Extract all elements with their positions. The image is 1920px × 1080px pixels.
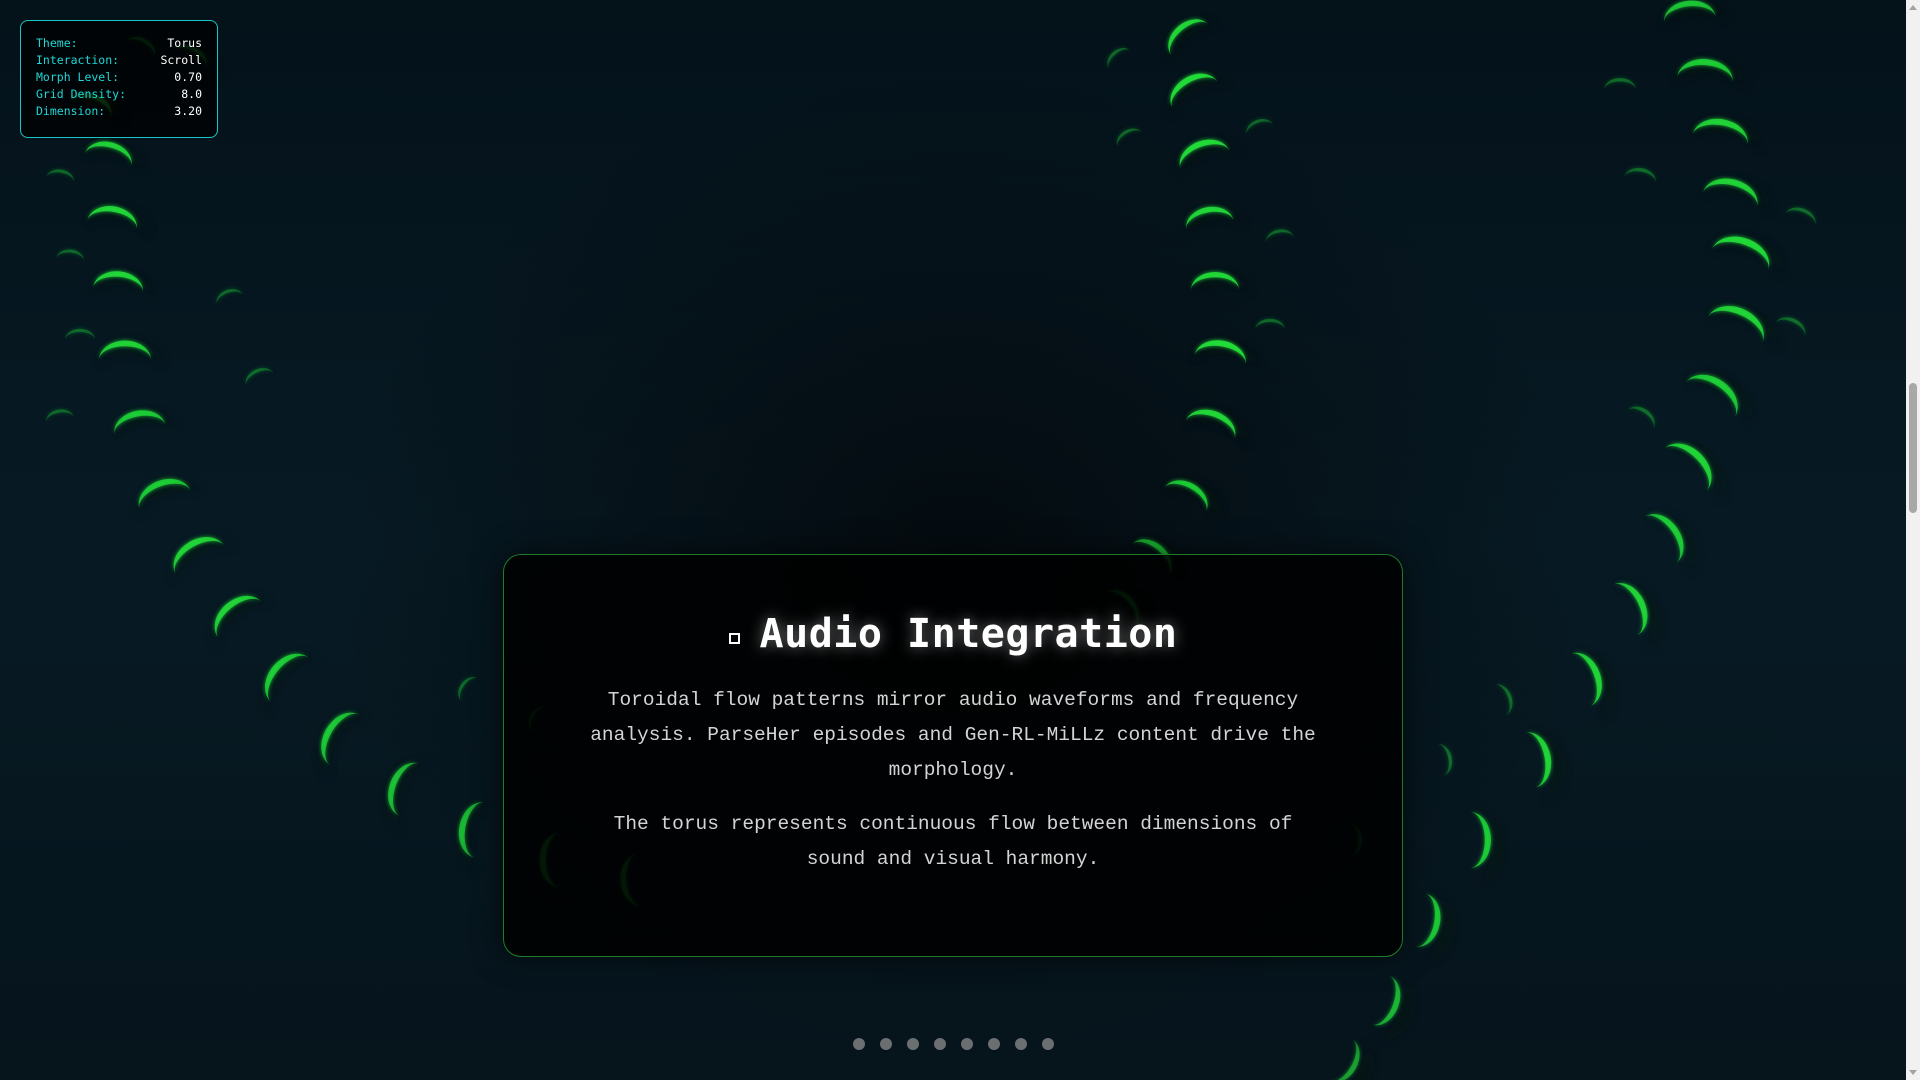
status-label: Dimension: (36, 104, 106, 118)
nav-dot[interactable] (988, 1038, 1000, 1050)
torus-glyph (65, 328, 95, 340)
torus-glyph (1664, 444, 1725, 505)
scrollbar-thumb[interactable] (1909, 383, 1917, 513)
torus-glyph (1710, 238, 1783, 281)
status-value: 0.70 (174, 70, 202, 84)
torus-glyph (1420, 894, 1452, 962)
status-row-morph-level: Morph Level: 0.70 (36, 69, 202, 86)
status-value: 3.20 (174, 104, 202, 118)
status-value: Torus (167, 36, 202, 50)
status-row-grid-density: Grid Density: 8.0 (36, 86, 202, 103)
torus-glyph (172, 539, 237, 586)
card-title: Audio Integration (584, 611, 1322, 657)
visualization-stage[interactable]: Theme: Torus Interaction: Scroll Morph L… (0, 0, 1920, 1080)
status-label: Morph Level: (36, 70, 120, 84)
scroll-up-arrow-icon[interactable] (1909, 5, 1917, 10)
torus-glyph (1255, 318, 1285, 330)
torus-glyph (216, 289, 244, 305)
torus-glyph (1702, 181, 1771, 218)
status-label: Theme: (36, 36, 78, 50)
torus-glyph (458, 677, 479, 702)
square-outline-icon (728, 632, 740, 644)
status-value: Scroll (160, 53, 202, 67)
nav-dot[interactable] (907, 1038, 919, 1050)
nav-dot[interactable] (1015, 1038, 1027, 1050)
torus-glyph (1624, 167, 1656, 183)
content-card: Audio Integration Toroidal flow patterns… (503, 554, 1403, 957)
status-row-dimension: Dimension: 3.20 (36, 103, 202, 120)
section-paragraph: The torus represents continuous flow bet… (613, 813, 1293, 870)
vertical-scrollbar[interactable] (1906, 0, 1920, 1080)
torus-glyph (1604, 78, 1636, 90)
torus-glyph (1707, 308, 1777, 354)
torus-glyph (46, 409, 74, 423)
status-value: 8.0 (181, 87, 202, 101)
torus-glyph (1685, 376, 1751, 430)
torus-glyph (1185, 412, 1248, 450)
status-row-theme: Theme: Torus (36, 35, 202, 52)
torus-glyph (1626, 406, 1655, 430)
torus-glyph (56, 249, 84, 262)
nav-dot[interactable] (1042, 1038, 1054, 1050)
status-label: Grid Density: (36, 87, 127, 101)
status-panel: Theme: Torus Interaction: Scroll Morph L… (20, 20, 218, 138)
torus-glyph (1116, 128, 1143, 147)
torus-glyph (245, 368, 274, 387)
torus-glyph (1525, 732, 1552, 788)
torus-glyph (321, 713, 370, 780)
torus-glyph (1784, 207, 1816, 226)
scroll-down-arrow-icon[interactable] (1909, 1070, 1917, 1075)
torus-glyph (1170, 76, 1230, 120)
torus-glyph (1107, 47, 1131, 69)
torus-glyph (1266, 229, 1294, 243)
torus-glyph (1775, 317, 1806, 337)
torus-glyph (1437, 744, 1453, 776)
torus-glyph (1246, 119, 1274, 135)
torus-glyph (1168, 22, 1219, 68)
torus-glyph (1494, 684, 1513, 716)
nav-dot[interactable] (961, 1038, 973, 1050)
torus-glyph (214, 597, 273, 651)
section-paragraph: Toroidal flow patterns mirror audio wave… (590, 689, 1316, 781)
torus-glyph (264, 655, 320, 716)
nav-dot[interactable] (934, 1038, 946, 1050)
nav-dot[interactable] (880, 1038, 892, 1050)
torus-glyph (1415, 893, 1441, 947)
status-row-interaction: Interaction: Scroll (36, 52, 202, 69)
section-title: Audio Integration (759, 611, 1178, 657)
torus-glyph (46, 169, 74, 183)
status-label: Interaction: (36, 53, 120, 67)
section-nav-dots (853, 1038, 1054, 1050)
nav-dot[interactable] (853, 1038, 865, 1050)
